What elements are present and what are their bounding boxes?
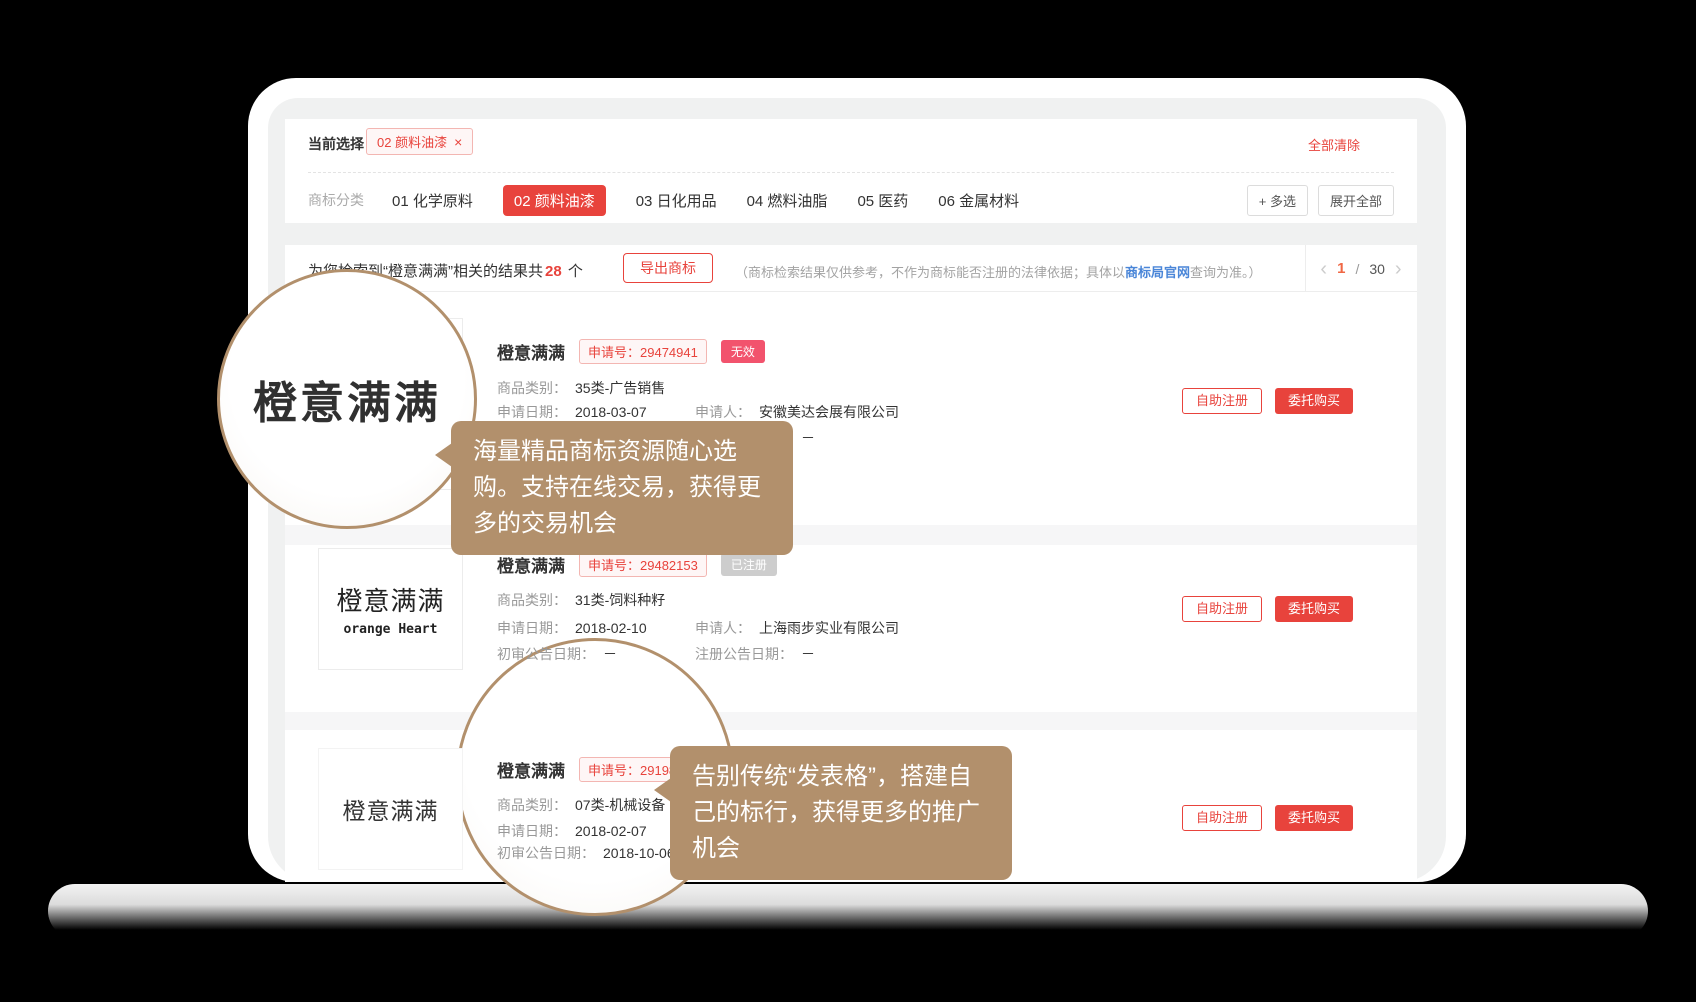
row-field-line: 初审公告日期：－ 注册公告日期：－: [497, 644, 1237, 664]
filter-tag-label: 02 颜料油漆: [377, 132, 447, 151]
category-item-05[interactable]: 05 医药: [857, 190, 908, 211]
trademark-image-subtext: orange Heart: [344, 622, 438, 637]
status-badge: 无效: [721, 340, 765, 363]
trademark-image[interactable]: 橙意满满: [318, 748, 463, 870]
prev-page-icon[interactable]: ‹: [1320, 259, 1327, 279]
page-separator: /: [1355, 261, 1359, 277]
entrust-buy-button[interactable]: 委托购买: [1275, 596, 1353, 622]
results-header: 为您检索到“橙意满满”相关的结果共28 个 导出商标 （商标检索结果仅供参考，不…: [285, 245, 1417, 292]
current-selection-label: 当前选择: [308, 134, 364, 154]
row-actions: 自助注册 委托购买: [1182, 596, 1353, 622]
trademark-image-text: 橙意满满: [336, 581, 444, 618]
trademark-name: 橙意满满: [497, 757, 565, 782]
multi-select-button[interactable]: + 多选: [1247, 185, 1308, 216]
pagination: ‹ 1 / 30 ›: [1305, 245, 1417, 292]
trademark-image[interactable]: 橙意满满 orange Heart: [318, 548, 463, 670]
category-item-01[interactable]: 01 化学原料: [392, 190, 473, 211]
clear-all-button[interactable]: 全部清除: [1308, 135, 1360, 154]
filter-panel: 当前选择 02 颜料油漆 × 全部清除 商标分类 01 化学原料 02 颜料油漆…: [285, 119, 1417, 223]
row-title-line: 橙意满满 申请号：29482153 已注册: [497, 553, 777, 575]
row-actions: 自助注册 委托购买: [1182, 388, 1353, 414]
callout-promotion: 告别传统“发表格”，搭建自己的标行，获得更多的推广机会: [670, 746, 1012, 880]
row-title-line: 橙意满满 申请号：29474941 无效: [497, 340, 765, 362]
category-row-label: 商标分类: [308, 190, 364, 210]
category-item-04[interactable]: 04 燃料油脂: [747, 190, 828, 211]
row-field-line: 申请日期：2018-02-10 申请人：上海雨步实业有限公司: [497, 618, 1237, 638]
status-badge: 已注册: [721, 553, 777, 576]
remove-filter-icon[interactable]: ×: [454, 134, 462, 150]
dashed-divider: [308, 172, 1394, 173]
category-item-02-selected[interactable]: 02 颜料油漆: [503, 185, 606, 216]
callout-text: 海量精品商标资源随心选购。支持在线交易，获得更多的交易机会: [473, 438, 761, 537]
trademark-image-text: 橙意满满: [343, 792, 439, 826]
row-actions: 自助注册 委托购买: [1182, 805, 1353, 831]
entrust-buy-button[interactable]: 委托购买: [1275, 388, 1353, 414]
trademark-name: 橙意满满: [497, 552, 565, 577]
self-register-button[interactable]: 自助注册: [1182, 388, 1262, 414]
row-field-line: 商品类别：31类-饲料种籽: [497, 590, 1237, 610]
expand-all-button[interactable]: 展开全部: [1318, 185, 1394, 216]
next-page-icon[interactable]: ›: [1395, 259, 1402, 279]
magnifier-circle-top: 橙意满满: [217, 269, 477, 529]
entrust-buy-button[interactable]: 委托购买: [1275, 805, 1353, 831]
callout-arrow-icon: [435, 443, 452, 467]
callout-arrow-icon: [654, 778, 671, 802]
callout-text: 告别传统“发表格”，搭建自己的标行，获得更多的推广机会: [692, 763, 980, 862]
row-separator: [285, 712, 1417, 730]
current-page: 1: [1337, 260, 1345, 277]
trademark-office-link[interactable]: 商标局官网: [1125, 265, 1190, 280]
export-trademarks-button[interactable]: 导出商标: [623, 253, 713, 283]
results-count: 28: [543, 263, 564, 280]
table-row: 橙意满满 orange Heart 橙意满满 申请号：29482153 已注册 …: [285, 545, 1417, 712]
application-number-tag: 申请号：29482153: [579, 552, 707, 577]
total-pages: 30: [1369, 261, 1385, 277]
summary-suffix: 个: [564, 263, 583, 280]
self-register-button[interactable]: 自助注册: [1182, 596, 1262, 622]
category-row: 商标分类 01 化学原料 02 颜料油漆 03 日化用品 04 燃料油脂 05 …: [308, 185, 1394, 215]
row-field-line: 申请日期：2018-03-07 申请人：安徽美达会展有限公司: [497, 402, 1237, 422]
magnified-trademark-text: 橙意满满: [253, 367, 441, 431]
self-register-button[interactable]: 自助注册: [1182, 805, 1262, 831]
category-item-06[interactable]: 06 金属材料: [938, 190, 1019, 211]
laptop-base: [48, 884, 1648, 938]
trademark-name: 橙意满满: [497, 339, 565, 364]
row-field-line: 商品类别：35类-广告销售: [497, 378, 1237, 398]
application-number-tag: 申请号：29474941: [579, 339, 707, 364]
filter-tag-paint[interactable]: 02 颜料油漆 ×: [366, 128, 473, 155]
disclaimer-text: （商标检索结果仅供参考，不作为商标能否注册的法律依据；具体以商标局官网查询为准。…: [735, 262, 1262, 281]
category-item-03[interactable]: 03 日化用品: [636, 190, 717, 211]
callout-marketplace: 海量精品商标资源随心选购。支持在线交易，获得更多的交易机会: [451, 421, 793, 555]
